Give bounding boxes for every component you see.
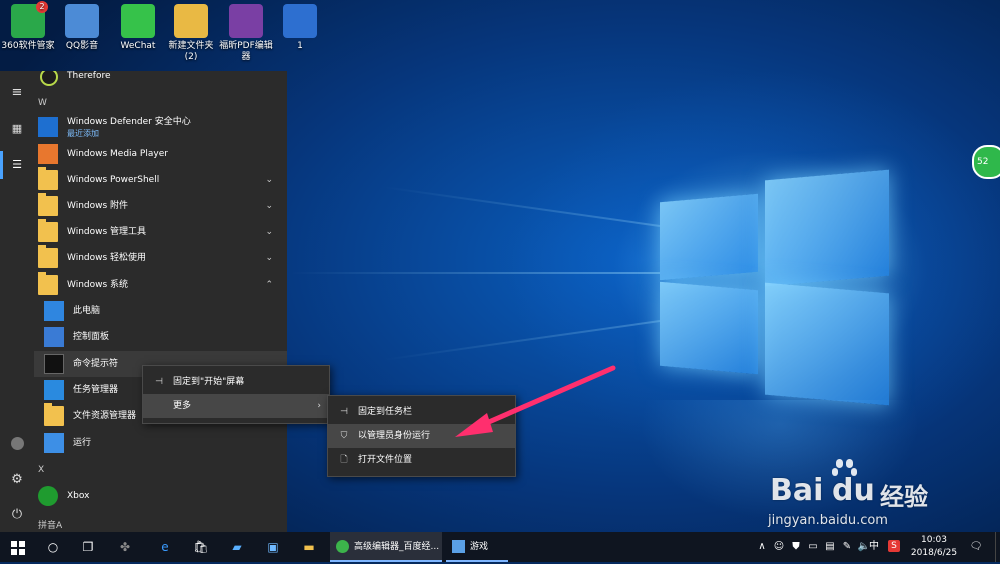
pinned-app-icon[interactable]: ✤ bbox=[110, 532, 140, 562]
show-desktop-button[interactable] bbox=[995, 532, 1000, 562]
tray-defender-icon[interactable]: ⛊ bbox=[789, 532, 803, 562]
sogou-icon[interactable]: S bbox=[887, 532, 901, 562]
ime-indicator[interactable]: 中 bbox=[867, 532, 881, 562]
edge-icon[interactable]: e bbox=[150, 532, 180, 562]
tray-person-icon[interactable]: ☺ bbox=[772, 532, 786, 562]
action-center-icon[interactable]: 🗨 bbox=[966, 532, 986, 562]
clock-date: 2018/6/25 bbox=[910, 548, 958, 558]
windows-logo-icon bbox=[11, 540, 25, 555]
tray-battery-icon[interactable]: ▤ bbox=[823, 532, 837, 562]
taskbar: ○ ❐ ✤ e 🛍 ▰ ▣ ▬ 高级编辑器_百度经... 游戏 ∧ ☺ ⛊ ▭ … bbox=[0, 532, 1000, 562]
store-icon[interactable]: 🛍 bbox=[186, 532, 216, 562]
arrow-head bbox=[455, 413, 493, 437]
browser-360-icon bbox=[336, 540, 349, 553]
control-panel-taskbar-icon[interactable]: ▣ bbox=[258, 532, 288, 562]
baidu-watermark: Bai du 经验 jingyan.baidu.com bbox=[760, 455, 1000, 535]
clock[interactable]: 10:03 2018/6/25 bbox=[910, 532, 958, 564]
tray-network-icon[interactable]: ▭ bbox=[806, 532, 820, 562]
cortana-icon[interactable]: ○ bbox=[38, 532, 68, 562]
network-app-icon[interactable]: ▰ bbox=[222, 532, 252, 562]
start-button[interactable] bbox=[0, 532, 36, 562]
file-explorer-icon[interactable]: ▬ bbox=[294, 532, 324, 562]
arrow-shaft bbox=[472, 365, 616, 431]
tray-chevron-icon[interactable]: ∧ bbox=[755, 532, 769, 562]
tray-pen-icon[interactable]: ✎ bbox=[840, 532, 854, 562]
task-view-icon[interactable]: ❐ bbox=[73, 532, 103, 562]
game-icon bbox=[452, 540, 465, 553]
taskbar-app-browser[interactable]: 高级编辑器_百度经... bbox=[330, 532, 442, 562]
clock-time: 10:03 bbox=[921, 535, 947, 545]
taskbar-app-game[interactable]: 游戏 bbox=[446, 532, 508, 562]
